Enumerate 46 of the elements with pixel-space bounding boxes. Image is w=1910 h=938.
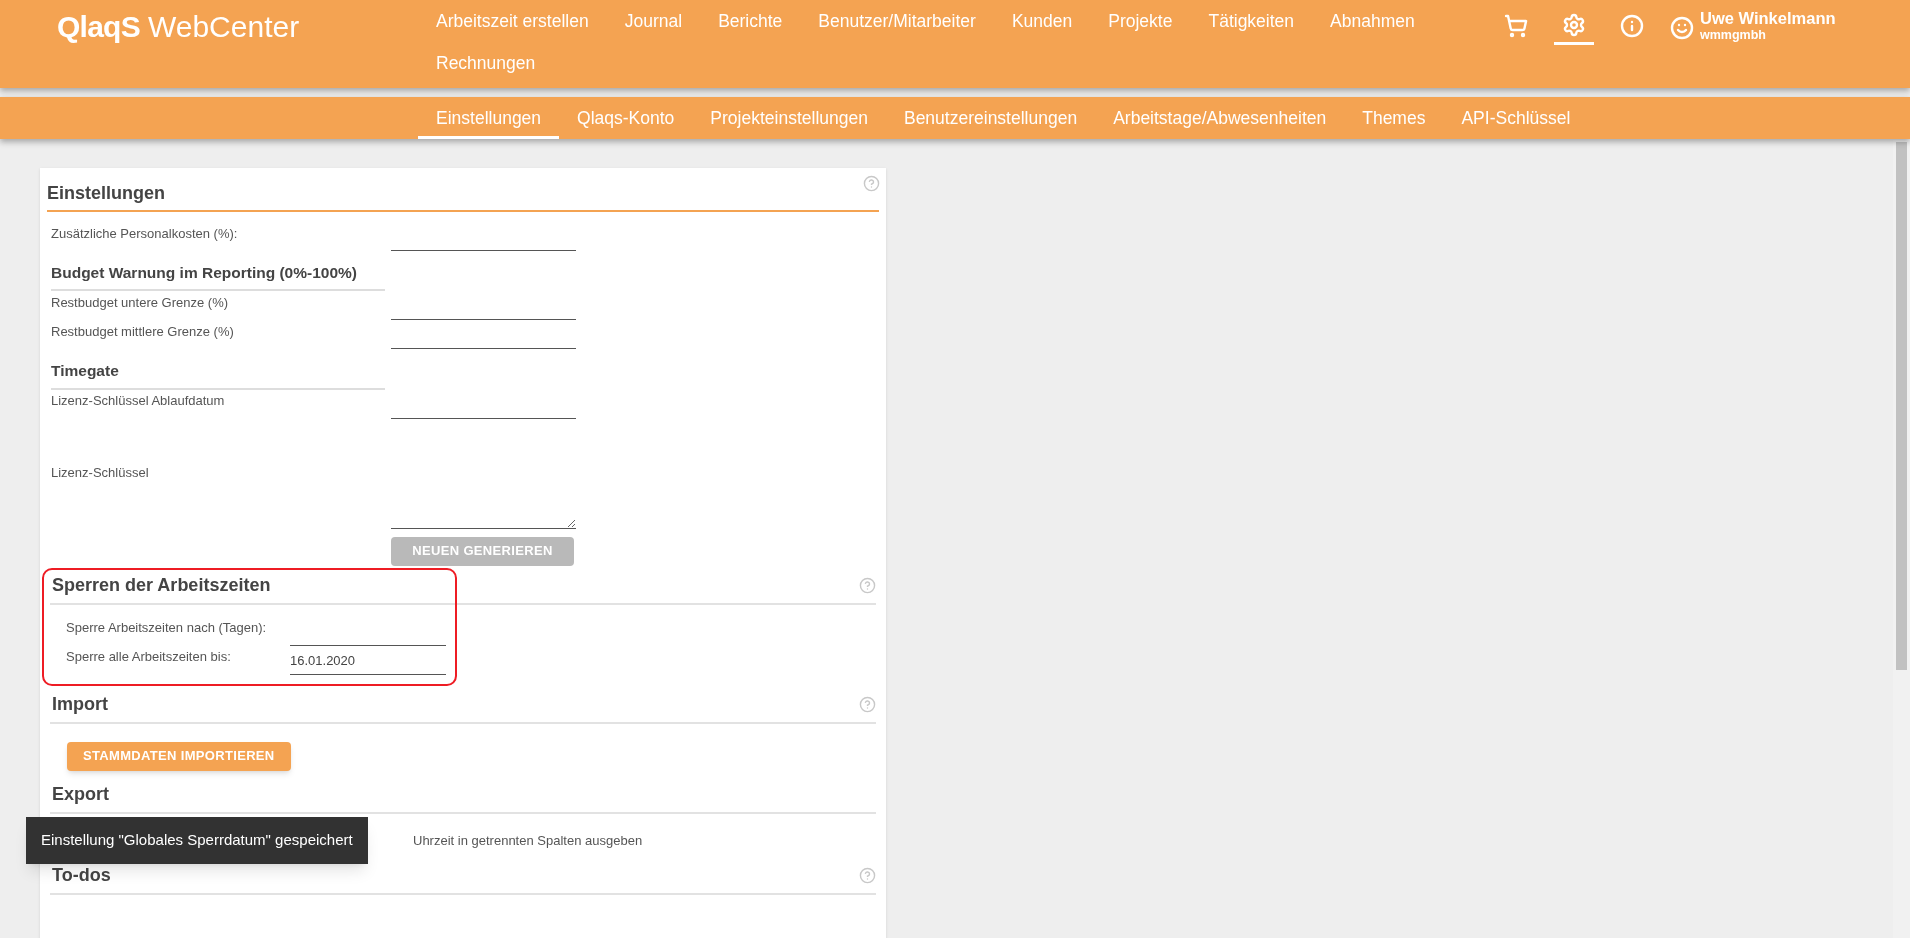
- help-icon[interactable]: [859, 576, 876, 594]
- cart-icon: [1504, 14, 1528, 38]
- nav-link[interactable]: Abnahmen: [1330, 11, 1451, 32]
- field-label: Lizenz-Schlüssel: [51, 463, 150, 482]
- option-text: Uhrzeit in getrennten Spalten ausgeben: [413, 832, 643, 848]
- info-icon: [1620, 14, 1644, 38]
- help-icon[interactable]: [859, 695, 876, 713]
- nav-link[interactable]: Berichte: [718, 11, 819, 32]
- toast-notification: Einstellung "Globales Sperrdatum" gespeichert: [26, 817, 368, 864]
- import-button[interactable]: STAMMDATEN IMPORTIEREN: [67, 741, 291, 771]
- input-field[interactable]: 16.01.2020: [290, 651, 446, 675]
- company-name: wmmgmbh: [1700, 27, 1767, 44]
- nav-link[interactable]: Tätigkeiten: [1208, 11, 1331, 32]
- section-heading: Export: [51, 782, 109, 806]
- help-icon[interactable]: [863, 175, 880, 192]
- field-label: Lizenz-Schlüssel Ablaufdatum: [51, 392, 226, 410]
- section-heading: To-dos: [51, 863, 111, 887]
- field-label: Restbudget mittlere Grenze (%): [51, 322, 235, 341]
- sub-tab[interactable]: Projekteinstellungen: [692, 97, 886, 139]
- field-label: Sperre alle Arbeitszeiten bis:: [66, 648, 232, 666]
- settings-icon: [1562, 12, 1586, 37]
- help-icon[interactable]: [859, 866, 876, 884]
- nav-link[interactable]: Projekte: [1108, 11, 1209, 32]
- section-heading: Import: [51, 692, 108, 716]
- sub-tab[interactable]: Arbeitstage/Abwesenheiten: [1095, 97, 1345, 139]
- sub-tab[interactable]: Einstellungen: [418, 97, 560, 139]
- field-label: Sperre Arbeitszeiten nach (Tagen):: [66, 619, 268, 637]
- nav-link[interactable]: Benutzer/Mitarbeiter: [818, 11, 1012, 32]
- app-name: WebCenter: [147, 9, 300, 45]
- nav-link[interactable]: Journal: [624, 11, 719, 32]
- sub-tab[interactable]: Qlaqs-Konto: [559, 97, 693, 139]
- nav-link[interactable]: Kunden: [1011, 11, 1109, 32]
- subsection-heading: Timegate: [51, 359, 385, 390]
- user-name: Uwe Winkelmann: [1700, 10, 1836, 27]
- section-heading: Einstellungen: [47, 183, 165, 203]
- logo[interactable]: QlaqS: [57, 4, 140, 49]
- field-label: Zusätzliche Personalkosten (%):: [51, 224, 239, 243]
- section-heading: Sperren der Arbeitszeiten: [51, 573, 271, 597]
- sub-tab[interactable]: Benutzereinstellungen: [885, 97, 1096, 139]
- sub-tab[interactable]: Themes: [1344, 97, 1444, 139]
- sub-tab[interactable]: API-Schlüssel: [1443, 97, 1589, 139]
- nav-link[interactable]: Rechnungen: [436, 53, 572, 74]
- field-label: Restbudget untere Grenze (%): [51, 293, 230, 312]
- avatar-icon[interactable]: [1670, 16, 1694, 40]
- subsection-heading: Budget Warnung im Reporting (0%-100%): [51, 261, 385, 292]
- nav-link[interactable]: Arbeitszeit erstellen: [436, 11, 625, 32]
